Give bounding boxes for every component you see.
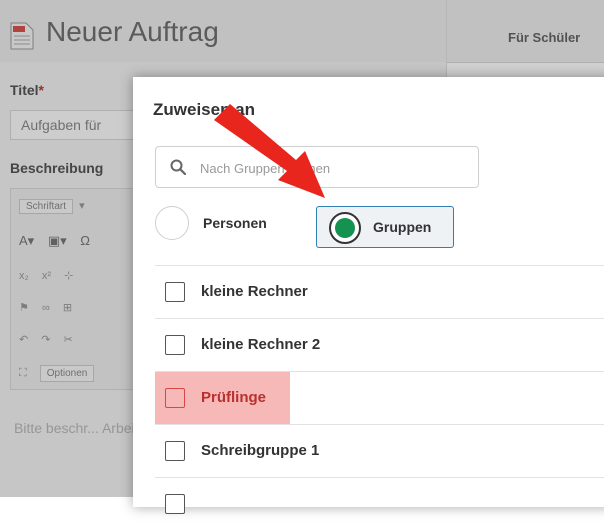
- group-checkbox[interactable]: [165, 494, 185, 514]
- group-list: kleine Rechner kleine Rechner 2 Prüfling…: [155, 265, 604, 530]
- group-checkbox[interactable]: [165, 335, 185, 355]
- group-item-kleine-rechner-2[interactable]: kleine Rechner 2: [155, 318, 604, 371]
- group-label: Schreibgruppe 1: [201, 442, 320, 459]
- group-item-schreibgruppe-1[interactable]: Schreibgruppe 1: [155, 424, 604, 477]
- search-icon: [170, 159, 186, 175]
- assign-modal: Zuweisen an Personen Gruppen kleine Rech…: [133, 77, 604, 514]
- group-checkbox[interactable]: [165, 282, 185, 302]
- personen-radio[interactable]: [155, 206, 189, 240]
- gruppen-label: Gruppen: [373, 219, 432, 235]
- group-item-prueflinge[interactable]: Prüflinge: [155, 371, 604, 424]
- personen-label: Personen: [203, 215, 267, 231]
- radio-selected-dot: [335, 218, 355, 238]
- group-item-cut-off[interactable]: [155, 477, 604, 530]
- group-checkbox[interactable]: [165, 388, 185, 408]
- group-search-input[interactable]: [200, 159, 460, 177]
- group-label: kleine Rechner: [201, 283, 308, 300]
- option-personen[interactable]: Personen: [155, 206, 305, 248]
- group-label: kleine Rechner 2: [201, 336, 321, 353]
- search-box[interactable]: [155, 146, 479, 188]
- group-item-kleine-rechner[interactable]: kleine Rechner: [155, 265, 604, 318]
- group-checkbox[interactable]: [165, 441, 185, 461]
- option-gruppen[interactable]: Gruppen: [316, 206, 454, 248]
- group-label: Prüflinge: [201, 389, 267, 406]
- gruppen-radio[interactable]: [329, 212, 361, 244]
- modal-title: Zuweisen an: [153, 100, 256, 119]
